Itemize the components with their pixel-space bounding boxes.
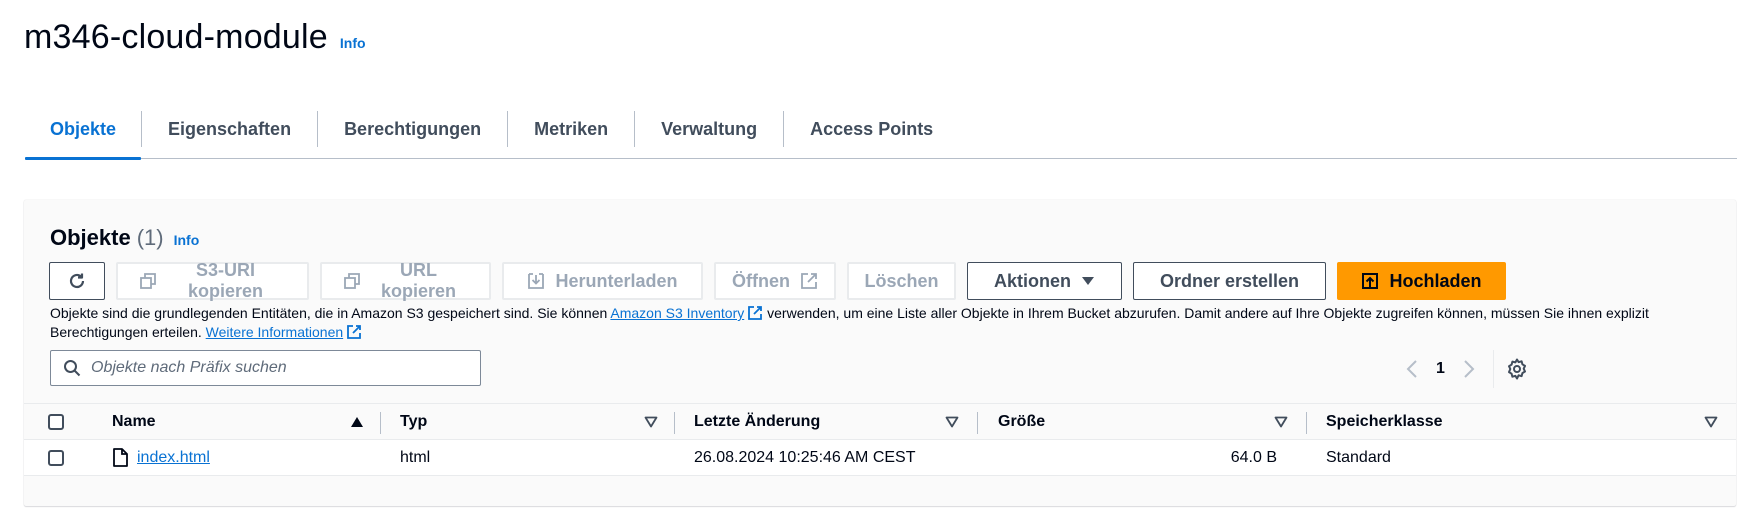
objects-count: (1) [136, 225, 164, 250]
create-folder-label: Ordner erstellen [1159, 270, 1300, 291]
page-title: m346-cloud-module [24, 18, 328, 56]
column-divider[interactable] [674, 412, 675, 434]
table-row[interactable]: index.html html 26.08.2024 10:25:46 AM C… [24, 440, 1736, 476]
column-header-type[interactable]: Typ [400, 404, 427, 439]
actions-label: Aktionen [993, 270, 1071, 291]
download-label: Herunterladen [555, 270, 678, 291]
pagination-divider [1492, 350, 1494, 388]
upload-icon [1362, 273, 1379, 289]
chevron-left-icon [1406, 360, 1417, 378]
current-page-number[interactable]: 1 [1436, 360, 1445, 378]
tab-metriken[interactable]: Metriken [508, 100, 634, 158]
actions-dropdown-button[interactable]: Aktionen [967, 262, 1122, 300]
pagination: 1 [1406, 350, 1528, 388]
column-header-name[interactable]: Name [112, 404, 156, 439]
column-divider[interactable] [1306, 412, 1307, 434]
file-icon [113, 448, 128, 467]
select-all-checkbox[interactable] [48, 413, 64, 430]
previous-page-button[interactable] [1406, 359, 1418, 379]
column-divider[interactable] [977, 412, 978, 434]
tab-objekte[interactable]: Objekte [25, 100, 142, 160]
sort-icon[interactable] [945, 404, 959, 439]
select-all-cell [48, 404, 64, 439]
row-modified-cell: 26.08.2024 10:25:46 AM CEST [694, 448, 916, 466]
open-button[interactable]: Öffnen [714, 262, 836, 300]
row-select-cell [48, 440, 64, 475]
upload-label: Hochladen [1389, 270, 1482, 291]
upload-button[interactable]: Hochladen [1337, 262, 1506, 300]
s3-inventory-link[interactable]: Amazon S3 Inventory [610, 305, 744, 321]
external-link-icon[interactable] [346, 324, 362, 340]
objects-info-link[interactable]: Info [174, 232, 200, 248]
objects-panel: Objekte (1) Info S3-URI kopieren URL kop… [24, 200, 1736, 506]
objects-toolbar: S3-URI kopieren URL kopieren Herunterlad… [49, 260, 1506, 301]
external-link-icon[interactable] [747, 305, 763, 321]
next-page-button[interactable] [1463, 359, 1475, 379]
sort-ascending-icon[interactable] [350, 404, 364, 439]
tab-access-points[interactable]: Access Points [784, 100, 959, 158]
objects-panel-title: Objekte [50, 225, 131, 250]
row-type-cell: html [400, 448, 431, 466]
refresh-icon [69, 273, 85, 289]
column-header-storage-class[interactable]: Speicherklasse [1326, 404, 1443, 439]
sort-icon[interactable] [1704, 404, 1718, 439]
column-divider[interactable] [380, 412, 381, 434]
row-size-cell: 64.0 B [1230, 448, 1277, 466]
create-folder-button[interactable]: Ordner erstellen [1133, 262, 1326, 300]
table-header-row: Name Typ Letzte Änderung Größe Speicherk… [24, 403, 1736, 440]
tab-berechtigungen[interactable]: Berechtigungen [318, 100, 507, 158]
sort-icon[interactable] [644, 404, 658, 439]
tab-eigenschaften[interactable]: Eigenschaften [142, 100, 317, 158]
row-name-cell: index.html [112, 440, 210, 475]
learn-more-link[interactable]: Weitere Informationen [206, 324, 343, 340]
tab-verwaltung[interactable]: Verwaltung [635, 100, 783, 158]
copy-s3-uri-label: S3-URI kopieren [187, 260, 264, 301]
open-label: Öffnen [732, 270, 790, 291]
row-select-checkbox[interactable] [48, 449, 64, 466]
sort-icon[interactable] [1274, 404, 1288, 439]
objects-panel-header: Objekte (1) Info [50, 225, 199, 251]
prefix-search-box [50, 350, 481, 386]
header-info-link[interactable]: Info [340, 35, 366, 51]
delete-button[interactable]: Löschen [847, 262, 956, 300]
table-preferences-button[interactable] [1506, 358, 1528, 380]
bucket-tabs: Objekte Eigenschaften Berechtigungen Met… [25, 100, 1737, 160]
gear-icon [1507, 358, 1526, 380]
column-header-last-modified[interactable]: Letzte Änderung [694, 404, 820, 439]
chevron-right-icon [1464, 360, 1475, 378]
external-link-icon [801, 273, 817, 289]
copy-s3-uri-button[interactable]: S3-URI kopieren [116, 260, 309, 301]
delete-label: Löschen [864, 270, 939, 291]
description-text: Objekte sind die grundlegenden Entitäten… [50, 305, 611, 321]
refresh-button[interactable] [49, 262, 105, 300]
row-storage-class-cell: Standard [1326, 448, 1391, 466]
copy-url-button[interactable]: URL kopieren [320, 260, 491, 301]
page-header: m346-cloud-module Info [24, 18, 366, 57]
download-icon [528, 273, 545, 289]
objects-table: Name Typ Letzte Änderung Größe Speicherk… [24, 403, 1736, 476]
copy-url-label: URL kopieren [380, 260, 457, 301]
object-name-link[interactable]: index.html [137, 449, 210, 467]
download-button[interactable]: Herunterladen [502, 262, 703, 300]
search-icon [64, 360, 81, 377]
copy-icon [344, 273, 360, 289]
column-header-size[interactable]: Größe [998, 404, 1045, 439]
copy-icon [140, 273, 156, 289]
caret-down-icon [1082, 277, 1094, 285]
objects-description: Objekte sind die grundlegenden Entitäten… [50, 304, 1730, 342]
prefix-search-input[interactable] [91, 359, 451, 377]
